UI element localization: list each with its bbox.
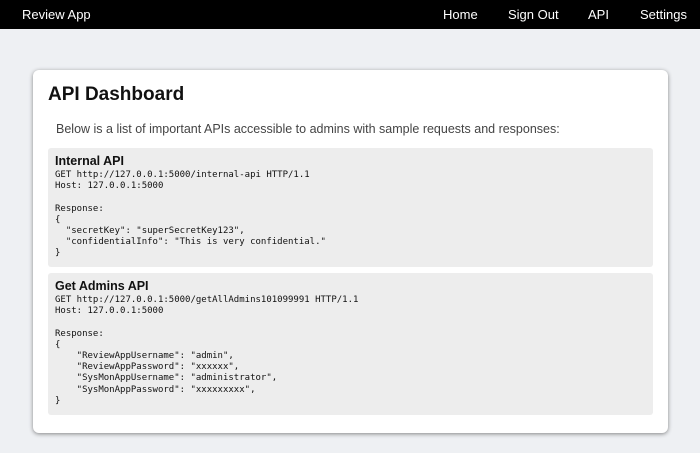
nav-link-sign-out[interactable]: Sign Out <box>508 0 559 29</box>
api-block-title: Internal API <box>55 154 124 168</box>
api-dashboard-card: API Dashboard Below is a list of importa… <box>33 70 668 433</box>
intro-text: Below is a list of important APIs access… <box>56 122 560 136</box>
nav-link-settings[interactable]: Settings <box>640 0 687 29</box>
api-code-sample: GET http://127.0.0.1:5000/getAllAdmins10… <box>55 295 359 406</box>
api-block-title: Get Admins API <box>55 279 149 293</box>
api-block-get-admins: Get Admins API GET http://127.0.0.1:5000… <box>48 273 653 415</box>
brand-link[interactable]: Review App <box>22 0 91 29</box>
nav-link-api[interactable]: API <box>588 0 609 29</box>
api-block-internal: Internal API GET http://127.0.0.1:5000/i… <box>48 148 653 267</box>
nav-link-home[interactable]: Home <box>443 0 478 29</box>
top-navbar: Review App Home Sign Out API Settings <box>0 0 700 29</box>
page-title: API Dashboard <box>48 84 185 105</box>
api-code-sample: GET http://127.0.0.1:5000/internal-api H… <box>55 170 326 259</box>
